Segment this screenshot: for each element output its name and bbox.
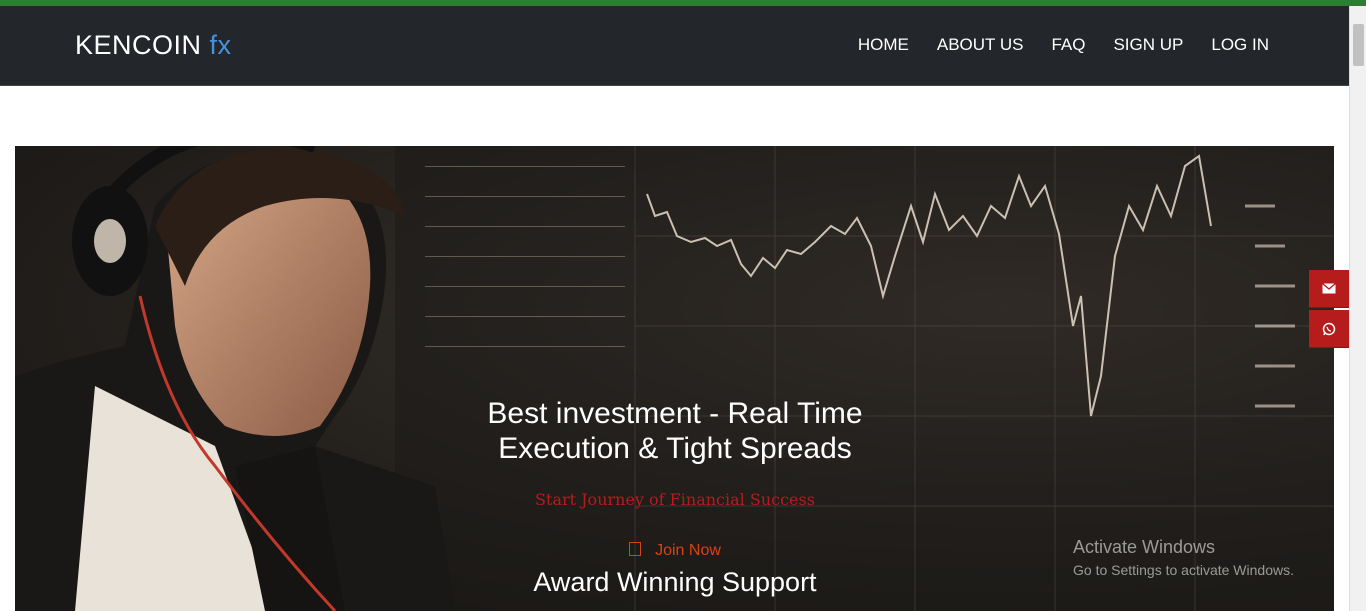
watermark-subtitle: Go to Settings to activate Windows. [1073,562,1294,578]
award-text: Award Winning Support [533,567,817,597]
scrollbar-thumb[interactable] [1353,24,1364,66]
navbar: KENCOIN fx HOME ABOUT US FAQ SIGN UP LOG… [0,6,1349,86]
nav-faq[interactable]: FAQ [1051,35,1085,55]
hero-subline: Start Journey of Financial Success [535,490,815,509]
brand-logo[interactable]: KENCOIN fx [75,30,232,61]
brand-name: KENCOIN [75,30,202,60]
nav-sign-up[interactable]: SIGN UP [1113,35,1183,55]
hero-headline: Best investment - Real Time Execution & … [487,397,863,465]
hero-banner: Best investment - Real Time Execution & … [15,146,1334,611]
watermark-title: Activate Windows [1073,537,1216,557]
join-icon [629,542,642,556]
whatsapp-contact-button[interactable] [1309,310,1349,348]
email-contact-button[interactable] [1309,270,1349,308]
join-now-button[interactable]: Join Now [435,542,915,560]
nav-log-in[interactable]: LOG IN [1211,35,1269,55]
main-nav: HOME ABOUT US FAQ SIGN UP LOG IN [858,35,1269,55]
envelope-icon [1322,283,1336,294]
whatsapp-icon [1322,322,1336,335]
page-scrollbar[interactable] [1349,6,1366,611]
nav-home[interactable]: HOME [858,35,909,55]
windows-activation-watermark: Activate Windows Go to Settings to activ… [1073,537,1294,578]
join-label: Join Now [655,542,721,559]
brand-suffix: fx [209,30,232,60]
nav-about-us[interactable]: ABOUT US [937,35,1024,55]
